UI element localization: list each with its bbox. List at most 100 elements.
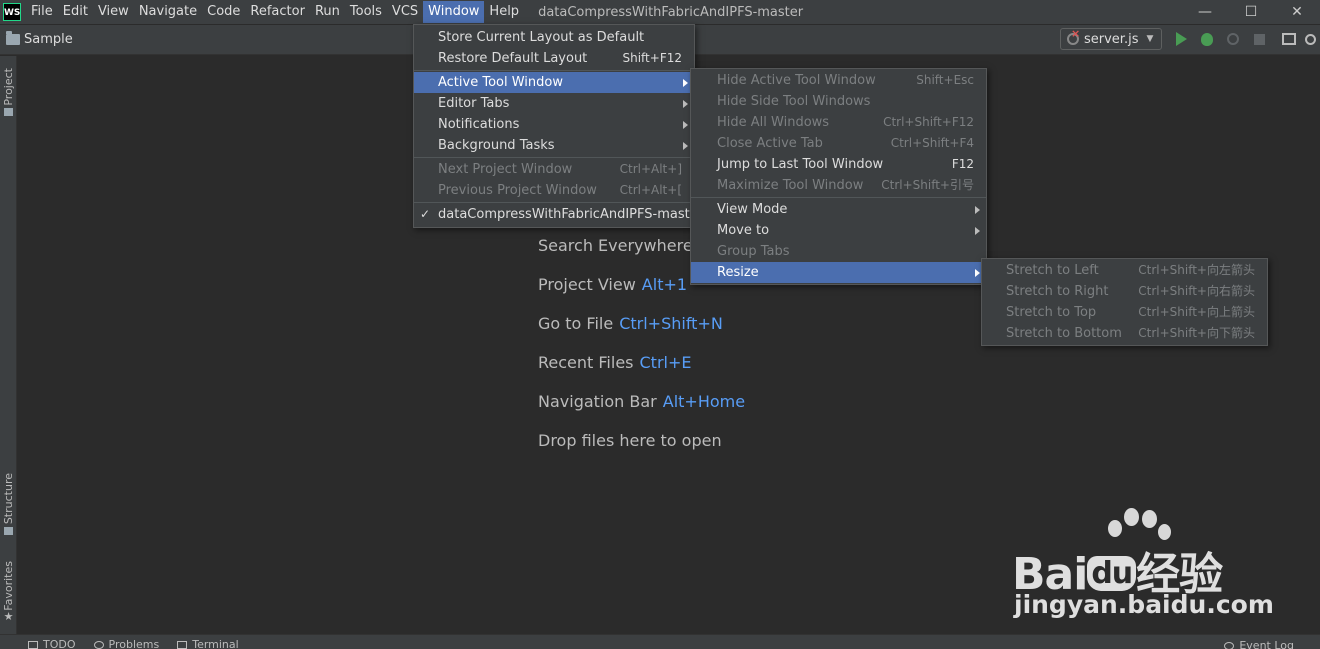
run-configuration-dropdown[interactable]: server.js ▼ bbox=[1060, 27, 1162, 50]
nodejs-config-error-icon bbox=[1067, 27, 1080, 45]
menu-item-background-tasks[interactable]: Background Tasks bbox=[414, 135, 694, 156]
menu-item-label: Stretch to Right bbox=[1006, 284, 1109, 299]
menu-item-label: Jump to Last Tool Window bbox=[717, 157, 884, 172]
menu-item-move-to[interactable]: Move to bbox=[691, 220, 986, 241]
search-icon bbox=[1304, 33, 1316, 45]
menu-item-shortcut: Ctrl+Shift+F4 bbox=[890, 136, 974, 150]
event-log-tool-tab[interactable]: Event Log bbox=[1224, 639, 1294, 649]
coverage-button[interactable] bbox=[1225, 31, 1241, 47]
hint-label: Navigation Bar bbox=[538, 392, 657, 411]
debug-button[interactable] bbox=[1199, 31, 1215, 47]
menu-item-label: Group Tabs bbox=[717, 244, 790, 259]
menu-item-previous-project-window[interactable]: Previous Project Window Ctrl+Alt+[ bbox=[414, 180, 694, 201]
menu-window[interactable]: Window bbox=[423, 1, 485, 23]
hint-recent-files: Recent Files Ctrl+E bbox=[538, 352, 745, 391]
menu-item-notifications[interactable]: Notifications bbox=[414, 114, 694, 135]
menu-run[interactable]: Run bbox=[310, 1, 345, 23]
submenu-arrow-icon bbox=[975, 269, 980, 277]
structure-tab-label: Structure bbox=[2, 473, 15, 525]
menu-vcs[interactable]: VCS bbox=[387, 1, 423, 23]
menu-item-label: Next Project Window bbox=[438, 162, 573, 177]
menu-item-shortcut: Ctrl+Alt+[ bbox=[619, 183, 682, 197]
menu-item-label: dataCompressWithFabricAndIPFS-master bbox=[438, 207, 704, 222]
project-tool-tab[interactable]: Project bbox=[0, 62, 17, 122]
menu-item-label: Hide All Windows bbox=[717, 115, 830, 130]
menu-item-hide-active-tool-window[interactable]: Hide Active Tool Window Shift+Esc bbox=[691, 70, 986, 91]
menu-code[interactable]: Code bbox=[202, 1, 245, 23]
submenu-arrow-icon bbox=[683, 121, 688, 129]
menu-item-shortcut: Ctrl+Shift+引号 bbox=[881, 178, 974, 192]
menu-separator bbox=[691, 197, 986, 198]
left-tool-strip: Project Structure Favorites ★ bbox=[0, 56, 17, 634]
menu-item-jump-to-last-tool-window[interactable]: Jump to Last Tool Window F12 bbox=[691, 154, 986, 175]
menu-item-editor-tabs[interactable]: Editor Tabs bbox=[414, 93, 694, 114]
menu-separator bbox=[414, 202, 694, 203]
menu-item-label: Store Current Layout as Default bbox=[438, 30, 645, 45]
minimize-icon[interactable]: — bbox=[1182, 0, 1228, 24]
menu-item-store-layout[interactable]: Store Current Layout as Default bbox=[414, 27, 694, 48]
hint-shortcut: Ctrl+Shift+N bbox=[619, 314, 723, 333]
terminal-tool-tab[interactable]: Terminal bbox=[177, 635, 239, 649]
menu-item-maximize-tool-window[interactable]: Maximize Tool Window Ctrl+Shift+引号 bbox=[691, 175, 986, 196]
stop-button[interactable] bbox=[1251, 31, 1267, 47]
menu-item-current-project[interactable]: ✓ dataCompressWithFabricAndIPFS-master bbox=[414, 204, 703, 225]
event-log-icon bbox=[1224, 641, 1235, 649]
menu-separator bbox=[414, 157, 694, 158]
menu-item-shortcut: Ctrl+Shift+F12 bbox=[883, 115, 974, 129]
menu-navigate[interactable]: Navigate bbox=[134, 1, 202, 23]
menu-refactor[interactable]: Refactor bbox=[245, 1, 310, 23]
bug-icon bbox=[1201, 32, 1213, 46]
menu-item-stretch-to-right[interactable]: Stretch to Right Ctrl+Shift+向右箭头 bbox=[982, 281, 1267, 302]
problems-tool-tab[interactable]: Problems bbox=[93, 635, 159, 649]
menu-item-group-tabs[interactable]: Group Tabs bbox=[691, 241, 986, 262]
menu-item-restore-layout[interactable]: Restore Default Layout Shift+F12 bbox=[414, 48, 694, 69]
hint-drop-files: Drop files here to open bbox=[538, 430, 745, 469]
window-menu: Store Current Layout as Default Restore … bbox=[413, 24, 703, 228]
warning-icon bbox=[93, 640, 104, 649]
hint-navigation-bar: Navigation Bar Alt+Home bbox=[538, 391, 745, 430]
menu-item-view-mode[interactable]: View Mode bbox=[691, 199, 986, 220]
menu-item-stretch-to-bottom[interactable]: Stretch to Bottom Ctrl+Shift+向下箭头 bbox=[982, 323, 1267, 344]
brand-du: du bbox=[1087, 556, 1137, 591]
structure-tool-tab[interactable]: Structure bbox=[0, 468, 17, 540]
menu-item-active-tool-window[interactable]: Active Tool Window bbox=[414, 72, 694, 93]
run-button[interactable] bbox=[1173, 31, 1189, 47]
window-controls: — ☐ ✕ bbox=[1182, 0, 1320, 24]
menu-item-label: Previous Project Window bbox=[438, 183, 597, 198]
search-everywhere-button[interactable] bbox=[1302, 31, 1318, 47]
status-bar: TODO Problems Terminal Event Log bbox=[0, 634, 1320, 649]
todo-tool-tab[interactable]: TODO bbox=[28, 635, 76, 649]
checkmark-icon: ✓ bbox=[420, 207, 431, 221]
watermark-url: jingyan.baidu.com bbox=[1014, 590, 1274, 619]
maximize-icon[interactable]: ☐ bbox=[1228, 0, 1274, 24]
favorites-tool-tab[interactable]: Favorites ★ bbox=[0, 556, 17, 628]
submenu-arrow-icon bbox=[683, 142, 688, 150]
menu-tools[interactable]: Tools bbox=[345, 1, 387, 23]
menu-file[interactable]: File bbox=[26, 1, 58, 23]
project-tab-label: Project bbox=[2, 68, 15, 106]
chevron-down-icon: ▼ bbox=[1146, 34, 1154, 44]
menu-item-resize[interactable]: Resize bbox=[691, 262, 986, 283]
menu-item-stretch-to-left[interactable]: Stretch to Left Ctrl+Shift+向左箭头 bbox=[982, 260, 1267, 281]
menu-item-label: Background Tasks bbox=[438, 138, 555, 153]
menu-help[interactable]: Help bbox=[484, 1, 524, 23]
menu-item-shortcut: Ctrl+Shift+向下箭头 bbox=[1138, 326, 1255, 340]
breadcrumb-project[interactable]: Sample bbox=[24, 32, 73, 47]
menu-item-hide-side-tool-windows[interactable]: Hide Side Tool Windows bbox=[691, 91, 986, 112]
menu-item-hide-all-windows[interactable]: Hide All Windows Ctrl+Shift+F12 bbox=[691, 112, 986, 133]
menu-item-shortcut: F12 bbox=[951, 157, 974, 171]
menu-item-label: View Mode bbox=[717, 202, 788, 217]
menu-item-stretch-to-top[interactable]: Stretch to Top Ctrl+Shift+向上箭头 bbox=[982, 302, 1267, 323]
layout-icon bbox=[1282, 33, 1296, 45]
baidu-jingyan-watermark: Bai du经验 jingyan.baidu.com bbox=[1012, 508, 1312, 623]
menu-item-close-active-tab[interactable]: Close Active Tab Ctrl+Shift+F4 bbox=[691, 133, 986, 154]
menu-edit[interactable]: Edit bbox=[58, 1, 93, 23]
menu-item-label: Notifications bbox=[438, 117, 520, 132]
menu-view[interactable]: View bbox=[93, 1, 134, 23]
project-structure-button[interactable] bbox=[1281, 31, 1297, 47]
play-icon bbox=[1175, 32, 1187, 46]
menu-item-next-project-window[interactable]: Next Project Window Ctrl+Alt+] bbox=[414, 159, 694, 180]
menu-item-label: Stretch to Left bbox=[1006, 263, 1099, 278]
star-icon: ★ bbox=[3, 610, 14, 624]
close-icon[interactable]: ✕ bbox=[1274, 0, 1320, 24]
